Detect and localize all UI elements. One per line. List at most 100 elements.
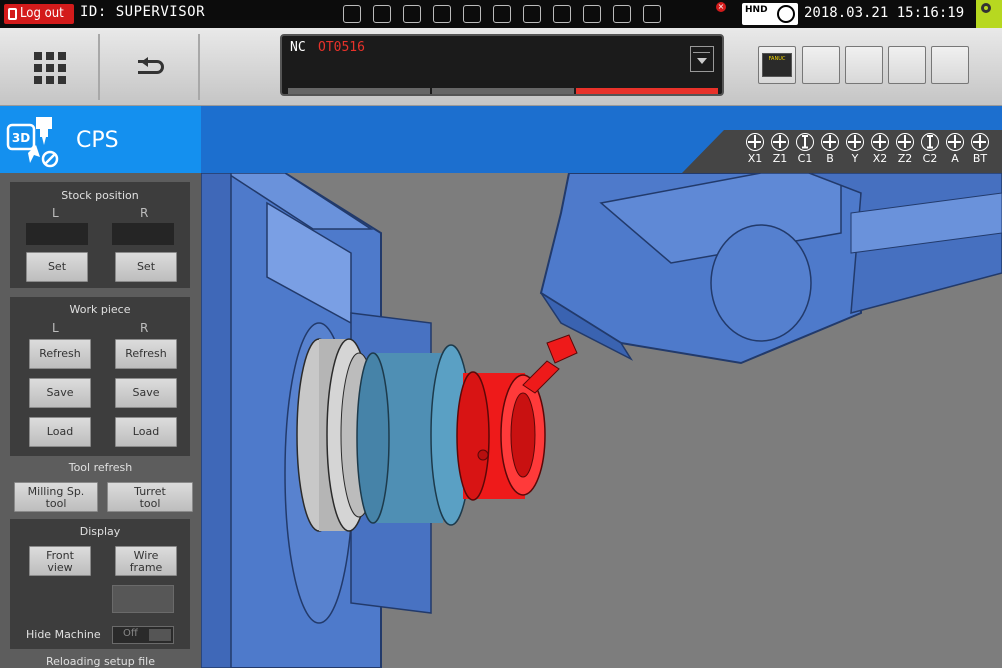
- axis-status-icon: [771, 133, 789, 151]
- display-title: Display: [79, 525, 121, 538]
- cycle-icon: [343, 5, 361, 23]
- feed-hold-icon: [373, 5, 391, 23]
- alarm-icon[interactable]: ×: [708, 2, 734, 26]
- axis-b[interactable]: B: [819, 133, 841, 165]
- screen-button-3[interactable]: [888, 46, 926, 84]
- work-piece-right-load-button[interactable]: Load: [115, 417, 177, 447]
- axis-label: BT: [972, 152, 988, 165]
- axis-x1[interactable]: X1: [744, 133, 766, 165]
- wire-frame-button[interactable]: Wire frame: [115, 546, 177, 576]
- stock-left-label: L: [52, 206, 59, 220]
- axis-c1[interactable]: C1: [794, 133, 816, 165]
- hide-machine-label: Hide Machine: [26, 628, 101, 641]
- axis-label: Y: [851, 152, 859, 165]
- nc-path-segment-1: [288, 88, 430, 94]
- cps-tab[interactable]: 3D CPS: [0, 106, 201, 173]
- axis-label: C2: [922, 152, 938, 165]
- axis-status-icon: [746, 133, 764, 151]
- stock-right-value: [112, 223, 174, 245]
- tool-refresh-title: Tool refresh: [68, 461, 133, 474]
- fanuc-logo-icon: FANUC: [762, 53, 792, 77]
- menu-button[interactable]: [0, 34, 100, 100]
- program-lock-icon: [493, 5, 511, 23]
- work-piece-right-save-button[interactable]: Save: [115, 378, 177, 408]
- logout-button[interactable]: Log out: [4, 4, 74, 24]
- cps-3d-icon: 3D: [6, 117, 59, 168]
- workpiece-bore: [510, 392, 536, 478]
- fanuc-button[interactable]: FANUC: [758, 46, 796, 84]
- nc-program-number: OT0516: [318, 40, 365, 55]
- fanuc-logo-text: FANUC: [768, 56, 786, 62]
- axis-y[interactable]: Y: [844, 133, 866, 165]
- work-piece-left-refresh-button[interactable]: Refresh: [29, 339, 91, 369]
- single-block-icon: [403, 5, 421, 23]
- screen-button-2[interactable]: [845, 46, 883, 84]
- coolant-icon: [613, 5, 631, 23]
- screen-button-1[interactable]: [802, 46, 840, 84]
- work-piece-right-refresh-button[interactable]: Refresh: [115, 339, 177, 369]
- key-icon: [981, 3, 991, 13]
- milling-spindle-housing: [710, 224, 812, 342]
- stock-position-title: Stock position: [61, 189, 139, 202]
- work-piece-left-load-button[interactable]: Load: [29, 417, 91, 447]
- axis-status-icon: [921, 133, 939, 151]
- status-bar: Log out ID: SUPERVISOR × HND 2018.03.21 …: [0, 0, 1002, 28]
- nc-path-segment-3: [576, 88, 718, 94]
- stock-right-set-button[interactable]: Set: [115, 252, 177, 282]
- grid-icon: [34, 52, 66, 84]
- workpiece-back: [456, 371, 490, 501]
- machine-lock-icon: [523, 5, 541, 23]
- wire-frame-label-2: frame: [129, 561, 163, 574]
- work-piece-left-label: L: [52, 321, 59, 335]
- axis-status-icon: [971, 133, 989, 151]
- display-extra-button[interactable]: [112, 585, 174, 613]
- back-button[interactable]: [102, 34, 200, 100]
- cps-sidebar: Stock position L R Set Set Work piece L …: [0, 173, 201, 668]
- optional-stop-icon: [553, 5, 571, 23]
- hide-machine-toggle[interactable]: Off: [112, 626, 174, 644]
- dropdown-icon[interactable]: [690, 46, 714, 72]
- logout-label: Log out: [20, 6, 64, 21]
- milling-spindle-tool-button[interactable]: Milling Sp. tool: [14, 482, 98, 512]
- front-view-button[interactable]: Front view: [29, 546, 91, 576]
- mode-badge: HND: [742, 3, 798, 25]
- machine-column: [201, 173, 232, 668]
- axis-status-icon: [871, 133, 889, 151]
- axis-label: A: [951, 152, 959, 165]
- mode-badge-label: HND: [745, 5, 768, 15]
- axis-status-icon: [896, 133, 914, 151]
- turret-tool-label-2: tool: [139, 497, 161, 510]
- axis-c2[interactable]: C2: [919, 133, 941, 165]
- reloading-setup-title: Reloading setup file: [46, 655, 155, 668]
- work-piece-right-label: R: [140, 321, 149, 335]
- screen-button-4[interactable]: [931, 46, 969, 84]
- axis-z2[interactable]: Z2: [894, 133, 916, 165]
- axis-status-icon: [846, 133, 864, 151]
- work-piece-title: Work piece: [69, 303, 131, 316]
- work-piece-left-save-button[interactable]: Save: [29, 378, 91, 408]
- axis-status-icon: [796, 133, 814, 151]
- axis-label: Z1: [772, 152, 788, 165]
- front-view-label-2: view: [47, 561, 73, 574]
- tool-icon: [643, 5, 661, 23]
- cps-title: CPS: [76, 128, 119, 153]
- axis-x2[interactable]: X2: [869, 133, 891, 165]
- axis-status-icon: [946, 133, 964, 151]
- toggle-knob: [149, 629, 171, 641]
- axis-bt[interactable]: BT: [969, 133, 991, 165]
- work-piece-group: Work piece L R Refresh Refresh Save Save…: [10, 297, 190, 456]
- key-indicator[interactable]: [976, 0, 1002, 28]
- turret-tool-button[interactable]: Turret tool: [107, 482, 193, 512]
- cps-3d-viewport[interactable]: [201, 173, 1002, 668]
- tool-holder: [546, 334, 578, 364]
- hide-machine-state: Off: [123, 628, 138, 639]
- nc-program-panel[interactable]: NC OT0516: [280, 34, 724, 96]
- axis-a[interactable]: A: [944, 133, 966, 165]
- stock-left-set-button[interactable]: Set: [26, 252, 88, 282]
- block-skip-icon: [433, 5, 451, 23]
- axis-z1[interactable]: Z1: [769, 133, 791, 165]
- spindle-icon: [583, 5, 601, 23]
- cps-header: 3D CPS X1 Z1 C1 B Y X2 Z2 C2 A BT: [0, 106, 1002, 173]
- user-id-label: ID: SUPERVISOR: [80, 4, 206, 20]
- stock-right-label: R: [140, 206, 149, 220]
